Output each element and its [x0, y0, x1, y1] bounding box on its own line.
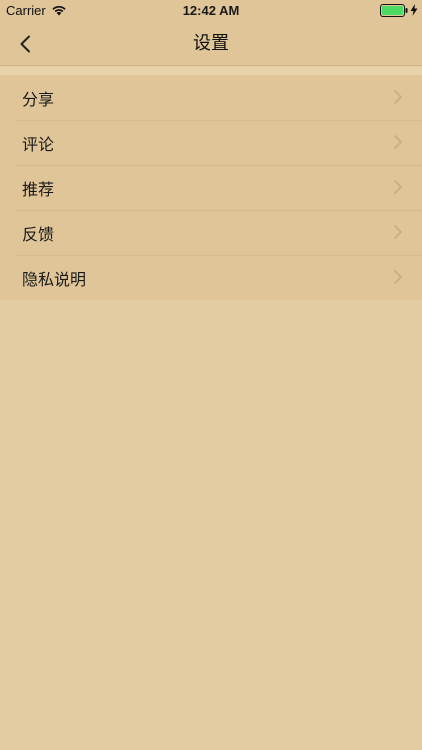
status-bar: Carrier 12:42 AM — [0, 0, 422, 22]
chevron-right-icon — [394, 225, 402, 239]
page-title: 设置 — [193, 33, 229, 54]
menu-item-label: 隐私说明 — [22, 269, 87, 289]
menu-item-privacy[interactable]: 隐私说明 — [0, 255, 422, 300]
settings-menu: 分享 评论 推荐 反馈 隐私说明 — [0, 75, 422, 300]
menu-item-label: 推荐 — [22, 179, 55, 199]
chevron-right-icon — [394, 270, 402, 284]
section-spacer — [0, 67, 422, 75]
menu-item-label: 反馈 — [22, 224, 55, 244]
menu-item-review[interactable]: 评论 — [0, 120, 422, 165]
chevron-right-icon — [394, 135, 402, 149]
menu-item-feedback[interactable]: 反馈 — [0, 210, 422, 255]
back-button[interactable] — [8, 24, 42, 64]
status-time: 12:42 AM — [182, 3, 240, 18]
menu-item-share[interactable]: 分享 — [0, 75, 422, 120]
chevron-right-icon — [394, 90, 402, 104]
chevron-left-icon — [20, 35, 30, 53]
navigation-bar: 设置 — [0, 22, 422, 66]
battery-icon — [380, 4, 408, 17]
chevron-right-icon — [394, 180, 402, 194]
menu-item-label: 分享 — [22, 89, 55, 109]
header: Carrier 12:42 AM 设置 — [0, 0, 422, 66]
menu-item-recommend[interactable]: 推荐 — [0, 165, 422, 210]
bolt-icon — [410, 4, 418, 16]
menu-item-label: 评论 — [22, 134, 55, 154]
